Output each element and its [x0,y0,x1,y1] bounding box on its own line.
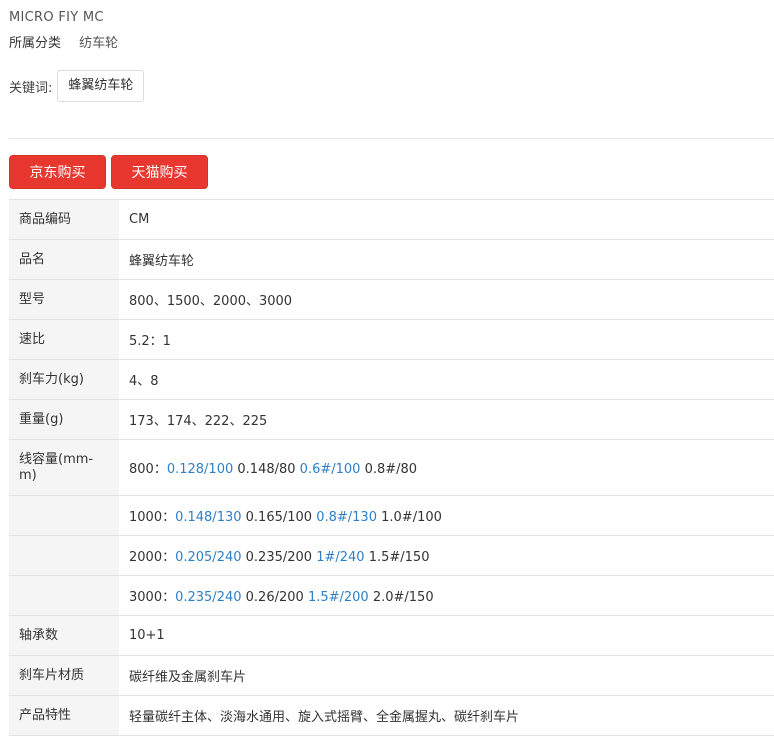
capacity-link[interactable]: 0.148/130 [175,510,241,525]
line-capacity-value: 3000：0.235/240 0.26/200 1.5#/200 2.0#/15… [119,575,774,616]
spec-key-empty [9,575,119,616]
spec-row: 刹车力(kg) 4、8 [9,359,774,400]
spec-value: 10+1 [119,615,774,656]
capacity-link[interactable]: 1.5#/200 [308,590,369,605]
spec-key: 品名 [9,239,119,280]
line-capacity-value: 1000：0.148/130 0.165/100 0.8#/130 1.0#/1… [119,495,774,536]
category-label: 所属分类 [9,36,62,51]
capacity-link[interactable]: 0.235/240 [175,590,241,605]
spec-key: 重量(g) [9,399,119,440]
capacity-link[interactable]: 0.8#/130 [316,510,377,525]
jd-buy-button[interactable]: 京东购买 [9,155,106,189]
capacity-prefix: 2000： [129,550,176,565]
product-page: MICRO FIY MC 所属分类 纺车轮 关键词: 蜂翼纺车轮 京东购买 天猫… [0,0,774,749]
line-capacity-row: 3000：0.235/240 0.26/200 1.5#/200 2.0#/15… [9,575,774,616]
spec-key: 轴承数 [9,615,119,656]
spec-value: 5.2：1 [119,319,774,360]
capacity-link[interactable]: 0.205/240 [175,550,241,565]
spec-key: 商品编码 [9,199,119,240]
capacity-text: 1.0#/100 [381,510,442,525]
capacity-link[interactable]: 0.6#/100 [300,462,361,477]
capacity-text: 0.148/80 [237,462,296,477]
keywords-label: 关键词: [9,80,53,96]
category-value[interactable]: 纺车轮 [79,36,118,51]
divider [9,138,774,139]
spec-key: 刹车力(kg) [9,359,119,400]
spec-value: 轻量碳纤主体、淡海水通用、旋入式摇臂、全金属握丸、碳纤刹车片 [119,695,774,736]
spec-value: 800、1500、2000、3000 [119,279,774,320]
capacity-text: 1.5#/150 [368,550,430,565]
spec-key-line-capacity: 线容量(mm-m) [9,439,119,496]
spec-value: 蜂翼纺车轮 [119,239,774,280]
spec-key: 速比 [9,319,119,360]
spec-value: 碳纤维及金属刹车片 [119,655,774,696]
spec-row: 重量(g) 173、174、222、225 [9,399,774,440]
capacity-text: 0.8#/80 [364,462,418,477]
line-capacity-value: 800：0.128/100 0.148/80 0.6#/100 0.8#/80 [119,439,774,496]
keywords-line: 关键词: 蜂翼纺车轮 [9,70,145,102]
category-line: 所属分类 纺车轮 [9,32,118,51]
line-capacity-value: 2000：0.205/240 0.235/200 1#/240 1.5#/150 [119,535,774,576]
spec-key-empty [9,535,119,576]
line-capacity-row: 1000：0.148/130 0.165/100 0.8#/130 1.0#/1… [9,495,774,536]
spec-row: 商品编码 CM [9,199,774,240]
tmall-buy-button[interactable]: 天猫购买 [111,155,208,189]
line-capacity-row: 2000：0.205/240 0.235/200 1#/240 1.5#/150 [9,535,774,576]
capacity-prefix: 3000： [129,590,176,605]
spec-value: 4、8 [119,359,774,400]
capacity-link[interactable]: 1#/240 [316,550,364,565]
capacity-prefix: 1000： [129,510,176,525]
capacity-text: 0.235/200 [245,550,313,565]
capacity-link[interactable]: 0.128/100 [167,462,233,477]
capacity-text: 0.165/100 [245,510,313,525]
spec-key-empty [9,495,119,536]
spec-row: 产品特性 轻量碳纤主体、淡海水通用、旋入式摇臂、全金属握丸、碳纤刹车片 [9,695,774,736]
spec-row: 品名 蜂翼纺车轮 [9,239,774,280]
spec-key: 刹车片材质 [9,655,119,696]
capacity-text: 2.0#/150 [372,590,434,605]
spec-value: CM [119,199,774,240]
spec-key: 产品特性 [9,695,119,736]
spec-row: 刹车片材质 碳纤维及金属刹车片 [9,655,774,696]
line-capacity-row: 线容量(mm-m) 800：0.128/100 0.148/80 0.6#/10… [9,439,774,496]
capacity-prefix: 800： [129,462,167,477]
spec-row: 轴承数 10+1 [9,615,774,656]
spec-row: 型号 800、1500、2000、3000 [9,279,774,320]
spec-row: 速比 5.2：1 [9,319,774,360]
capacity-text: 0.26/200 [245,590,304,605]
keyword-tag[interactable]: 蜂翼纺车轮 [57,70,145,102]
product-title: MICRO FIY MC [9,10,104,25]
spec-table: 商品编码 CM 品名 蜂翼纺车轮 型号 800、1500、2000、3000 速… [9,199,774,736]
spec-key: 型号 [9,279,119,320]
spec-value: 173、174、222、225 [119,399,774,440]
